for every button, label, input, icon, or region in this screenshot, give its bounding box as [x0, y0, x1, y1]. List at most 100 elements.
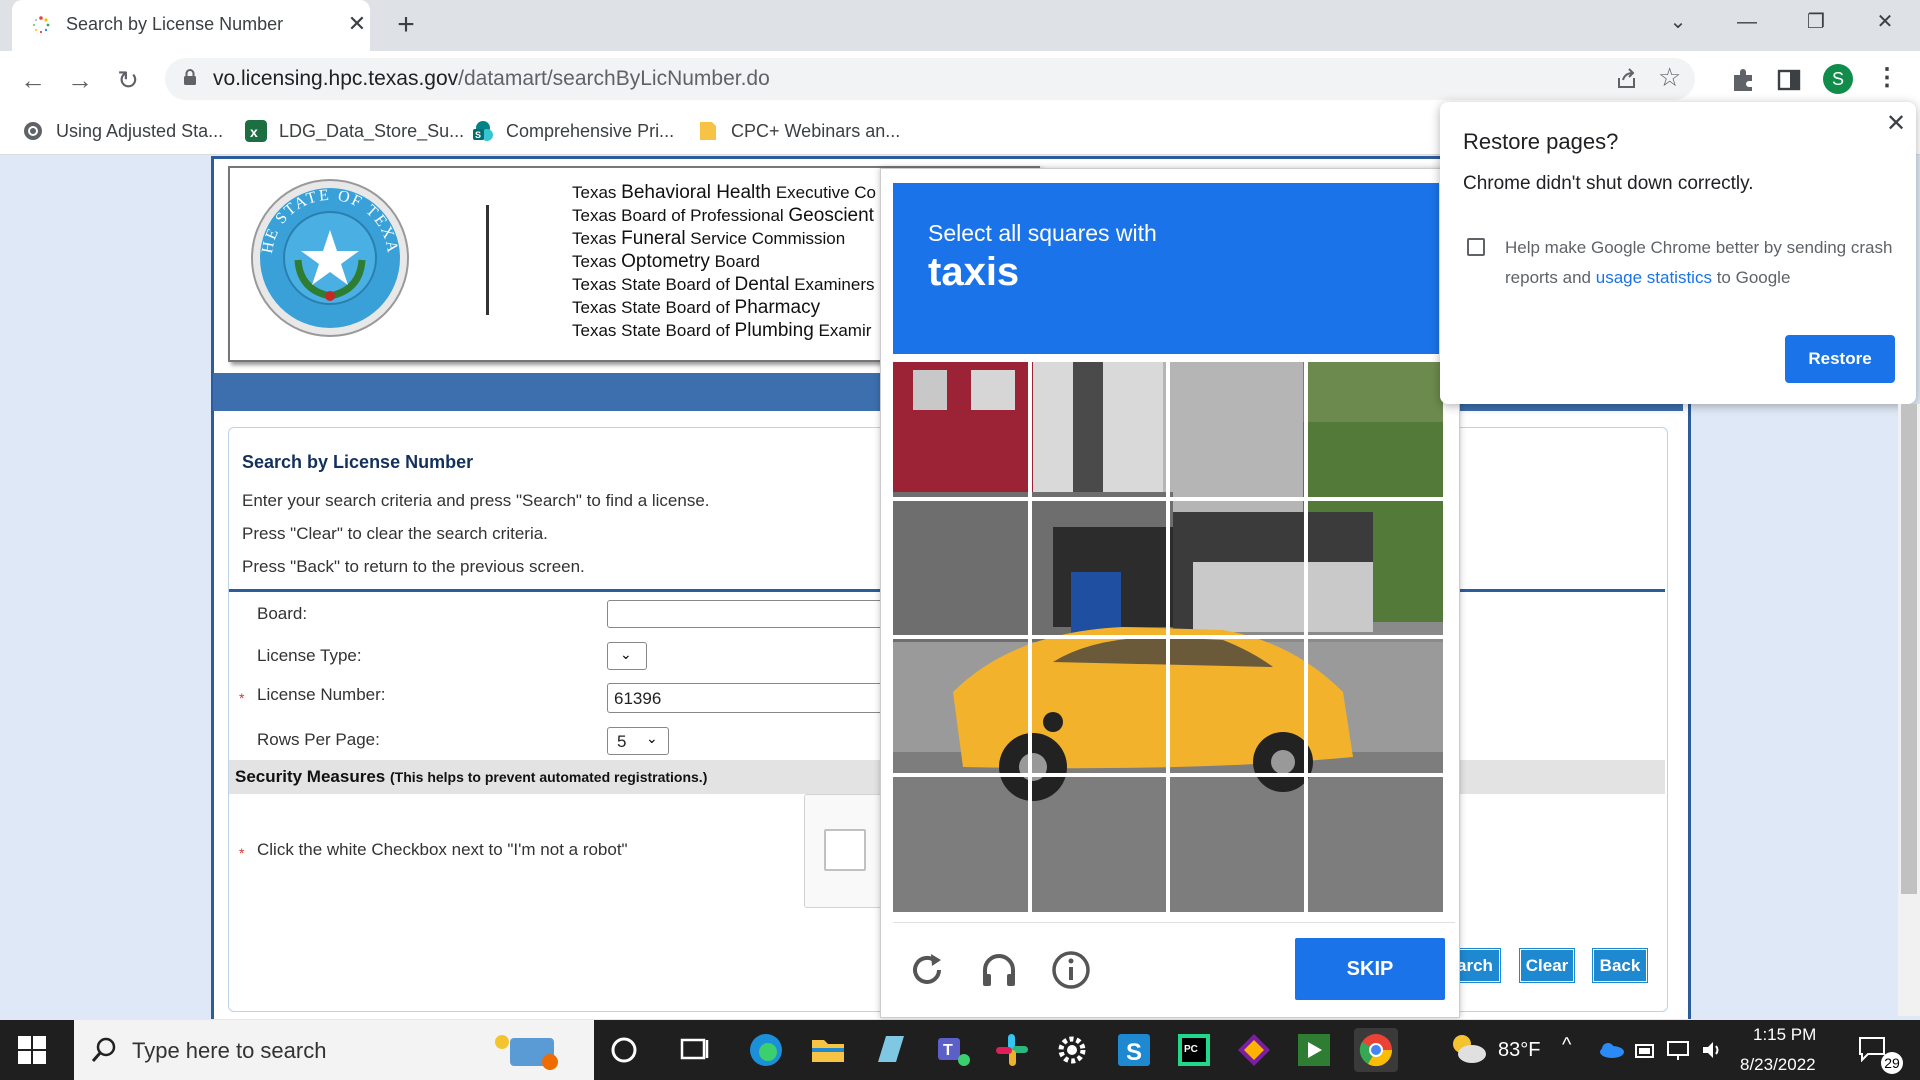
colorful-app-icon[interactable]	[1232, 1028, 1276, 1072]
edge-icon[interactable]	[744, 1028, 788, 1072]
close-window-button[interactable]: ✕	[1860, 6, 1910, 38]
weather-cloudy-icon[interactable]	[1448, 1032, 1488, 1066]
extensions-puzzle-icon[interactable]	[1730, 67, 1756, 93]
reload-button[interactable]: ↻	[107, 59, 149, 101]
bookmark-item[interactable]: S Comprehensive Pri...	[472, 116, 674, 146]
address-bar[interactable]: vo.licensing.hpc.texas.gov/datamart/sear…	[165, 58, 1695, 100]
folder-icon	[700, 122, 716, 140]
search-icon	[91, 1037, 116, 1062]
required-mark: *	[239, 845, 245, 861]
rows-per-page-label: Rows Per Page:	[257, 730, 380, 749]
tab-close-icon[interactable]: ✕	[342, 9, 372, 39]
restore-title: Restore pages?	[1463, 129, 1619, 154]
url-host: vo.licensing.hpc.texas.gov	[213, 67, 459, 90]
board-name-prefix: Texas State Board of	[572, 275, 735, 294]
audio-icon[interactable]	[977, 948, 1021, 992]
tab-title: Search by License Number	[66, 14, 284, 34]
forward-button[interactable]: →	[59, 59, 101, 101]
board-name-suffix: Examir	[813, 321, 872, 340]
active-tab[interactable]: Search by License Number ✕	[12, 0, 370, 51]
board-name-prefix: Texas	[572, 183, 622, 202]
reload-icon[interactable]	[905, 948, 949, 992]
bookmark-star-icon[interactable]: ☆	[1658, 62, 1681, 93]
license-type-label: License Type:	[257, 646, 362, 665]
board-name: Texas Board of Professional Geoscient	[572, 205, 874, 227]
usage-statistics-link[interactable]: usage statistics	[1596, 268, 1712, 287]
back-button-page[interactable]: Back	[1592, 948, 1648, 983]
captcha-image-grid[interactable]	[893, 362, 1443, 912]
notes-app-icon[interactable]	[868, 1028, 912, 1072]
chevron-up-icon[interactable]: ^	[1562, 1034, 1571, 1057]
share-icon[interactable]	[1615, 68, 1639, 90]
license-type-select[interactable]: ⌄	[607, 642, 647, 670]
back-button[interactable]: ←	[12, 59, 54, 101]
slack-icon[interactable]	[990, 1028, 1034, 1072]
svg-text:x: x	[250, 124, 258, 140]
minimize-button[interactable]: —	[1722, 6, 1772, 38]
task-view-icon[interactable]	[672, 1028, 716, 1072]
skip-button[interactable]: SKIP	[1295, 938, 1445, 1000]
board-name-key: Behavioral Health	[621, 182, 772, 203]
url-text: vo.licensing.hpc.texas.gov/datamart/sear…	[213, 67, 770, 91]
network-icon[interactable]	[1665, 1039, 1691, 1061]
board-name-key: Plumbing	[734, 320, 814, 341]
board-name: Texas State Board of Pharmacy	[572, 297, 820, 319]
settings-gear-icon[interactable]	[1050, 1028, 1094, 1072]
profile-avatar[interactable]: S	[1823, 64, 1853, 94]
svg-text:S: S	[475, 130, 481, 140]
close-icon[interactable]: ✕	[1882, 110, 1910, 138]
bookmark-item[interactable]: x LDG_Data_Store_Su...	[245, 116, 464, 146]
url-path: /datamart/searchByLicNumber.do	[458, 67, 770, 90]
license-number-input[interactable]: 61396	[607, 683, 884, 713]
clock-time[interactable]: 1:15 PM	[1753, 1025, 1816, 1045]
rows-per-page-value: 5	[617, 732, 627, 751]
excel-icon: x	[245, 120, 267, 142]
clear-button[interactable]: Clear	[1519, 948, 1575, 983]
board-name-suffix: Examiners	[789, 275, 875, 294]
robot-instruction: Click the white Checkbox next to "I'm no…	[257, 840, 628, 859]
cortana-icon[interactable]	[602, 1028, 646, 1072]
menu-kebab-icon[interactable]: ⋮	[1875, 63, 1899, 92]
board-name: Texas State Board of Dental Examiners	[572, 274, 875, 296]
bookmark-item[interactable]: CPC+ Webinars an...	[697, 116, 900, 146]
bookmark-label: Comprehensive Pri...	[506, 120, 675, 141]
sharepoint-icon: S	[473, 121, 493, 141]
teams-icon[interactable]: T	[930, 1028, 974, 1072]
board-name-prefix: Texas Board of Professional	[572, 206, 789, 225]
windows-start-icon[interactable]	[18, 1036, 46, 1064]
media-player-icon[interactable]	[1292, 1028, 1336, 1072]
board-name: Texas Optometry Board	[572, 251, 760, 273]
board-name-key: Optometry	[621, 251, 710, 272]
chrome-icon[interactable]	[1354, 1028, 1398, 1072]
tab-search-icon[interactable]: ⌄	[1653, 6, 1703, 38]
battery-icon[interactable]	[1634, 1040, 1656, 1060]
browser-toolbar: ← → ↻ vo.licensing.hpc.texas.gov/datamar…	[0, 51, 1920, 108]
pycharm-icon[interactable]: PC	[1172, 1028, 1216, 1072]
security-title-text: Security Measures	[235, 767, 386, 786]
new-tab-button[interactable]: +	[390, 9, 422, 41]
file-explorer-icon[interactable]	[806, 1028, 850, 1072]
board-name-prefix: Texas State Board of	[572, 321, 735, 340]
restore-button[interactable]: Restore	[1785, 335, 1895, 383]
board-select[interactable]	[607, 600, 884, 628]
crash-report-checkbox[interactable]	[1467, 238, 1485, 256]
tab-strip: Search by License Number ✕ + ⌄ — ❐ ✕	[0, 0, 1920, 51]
side-panel-icon[interactable]	[1777, 68, 1801, 92]
board-name-key: Dental	[734, 274, 790, 295]
captcha-footer-divider	[893, 922, 1455, 923]
license-number-value: 61396	[614, 689, 662, 708]
restore-window-button[interactable]: ❐	[1791, 6, 1841, 38]
volume-icon[interactable]	[1700, 1039, 1724, 1061]
clock-date[interactable]: 8/23/2022	[1740, 1055, 1816, 1075]
info-icon[interactable]	[1049, 948, 1093, 992]
onedrive-cloud-icon[interactable]	[1598, 1042, 1624, 1058]
board-name-suffix: Service Commission	[685, 229, 846, 248]
bookmark-item[interactable]: Using Adjusted Sta...	[22, 116, 223, 146]
rows-per-page-select[interactable]: 5 ⌄	[607, 727, 669, 755]
weather-temperature[interactable]: 83°F	[1498, 1039, 1540, 1062]
scrollbar-thumb[interactable]	[1901, 404, 1917, 894]
board-name-key: Geoscient	[788, 205, 874, 226]
recaptcha-checkbox[interactable]	[824, 829, 866, 871]
bookmark-label: CPC+ Webinars an...	[731, 120, 901, 141]
s-app-icon[interactable]: S	[1112, 1028, 1156, 1072]
